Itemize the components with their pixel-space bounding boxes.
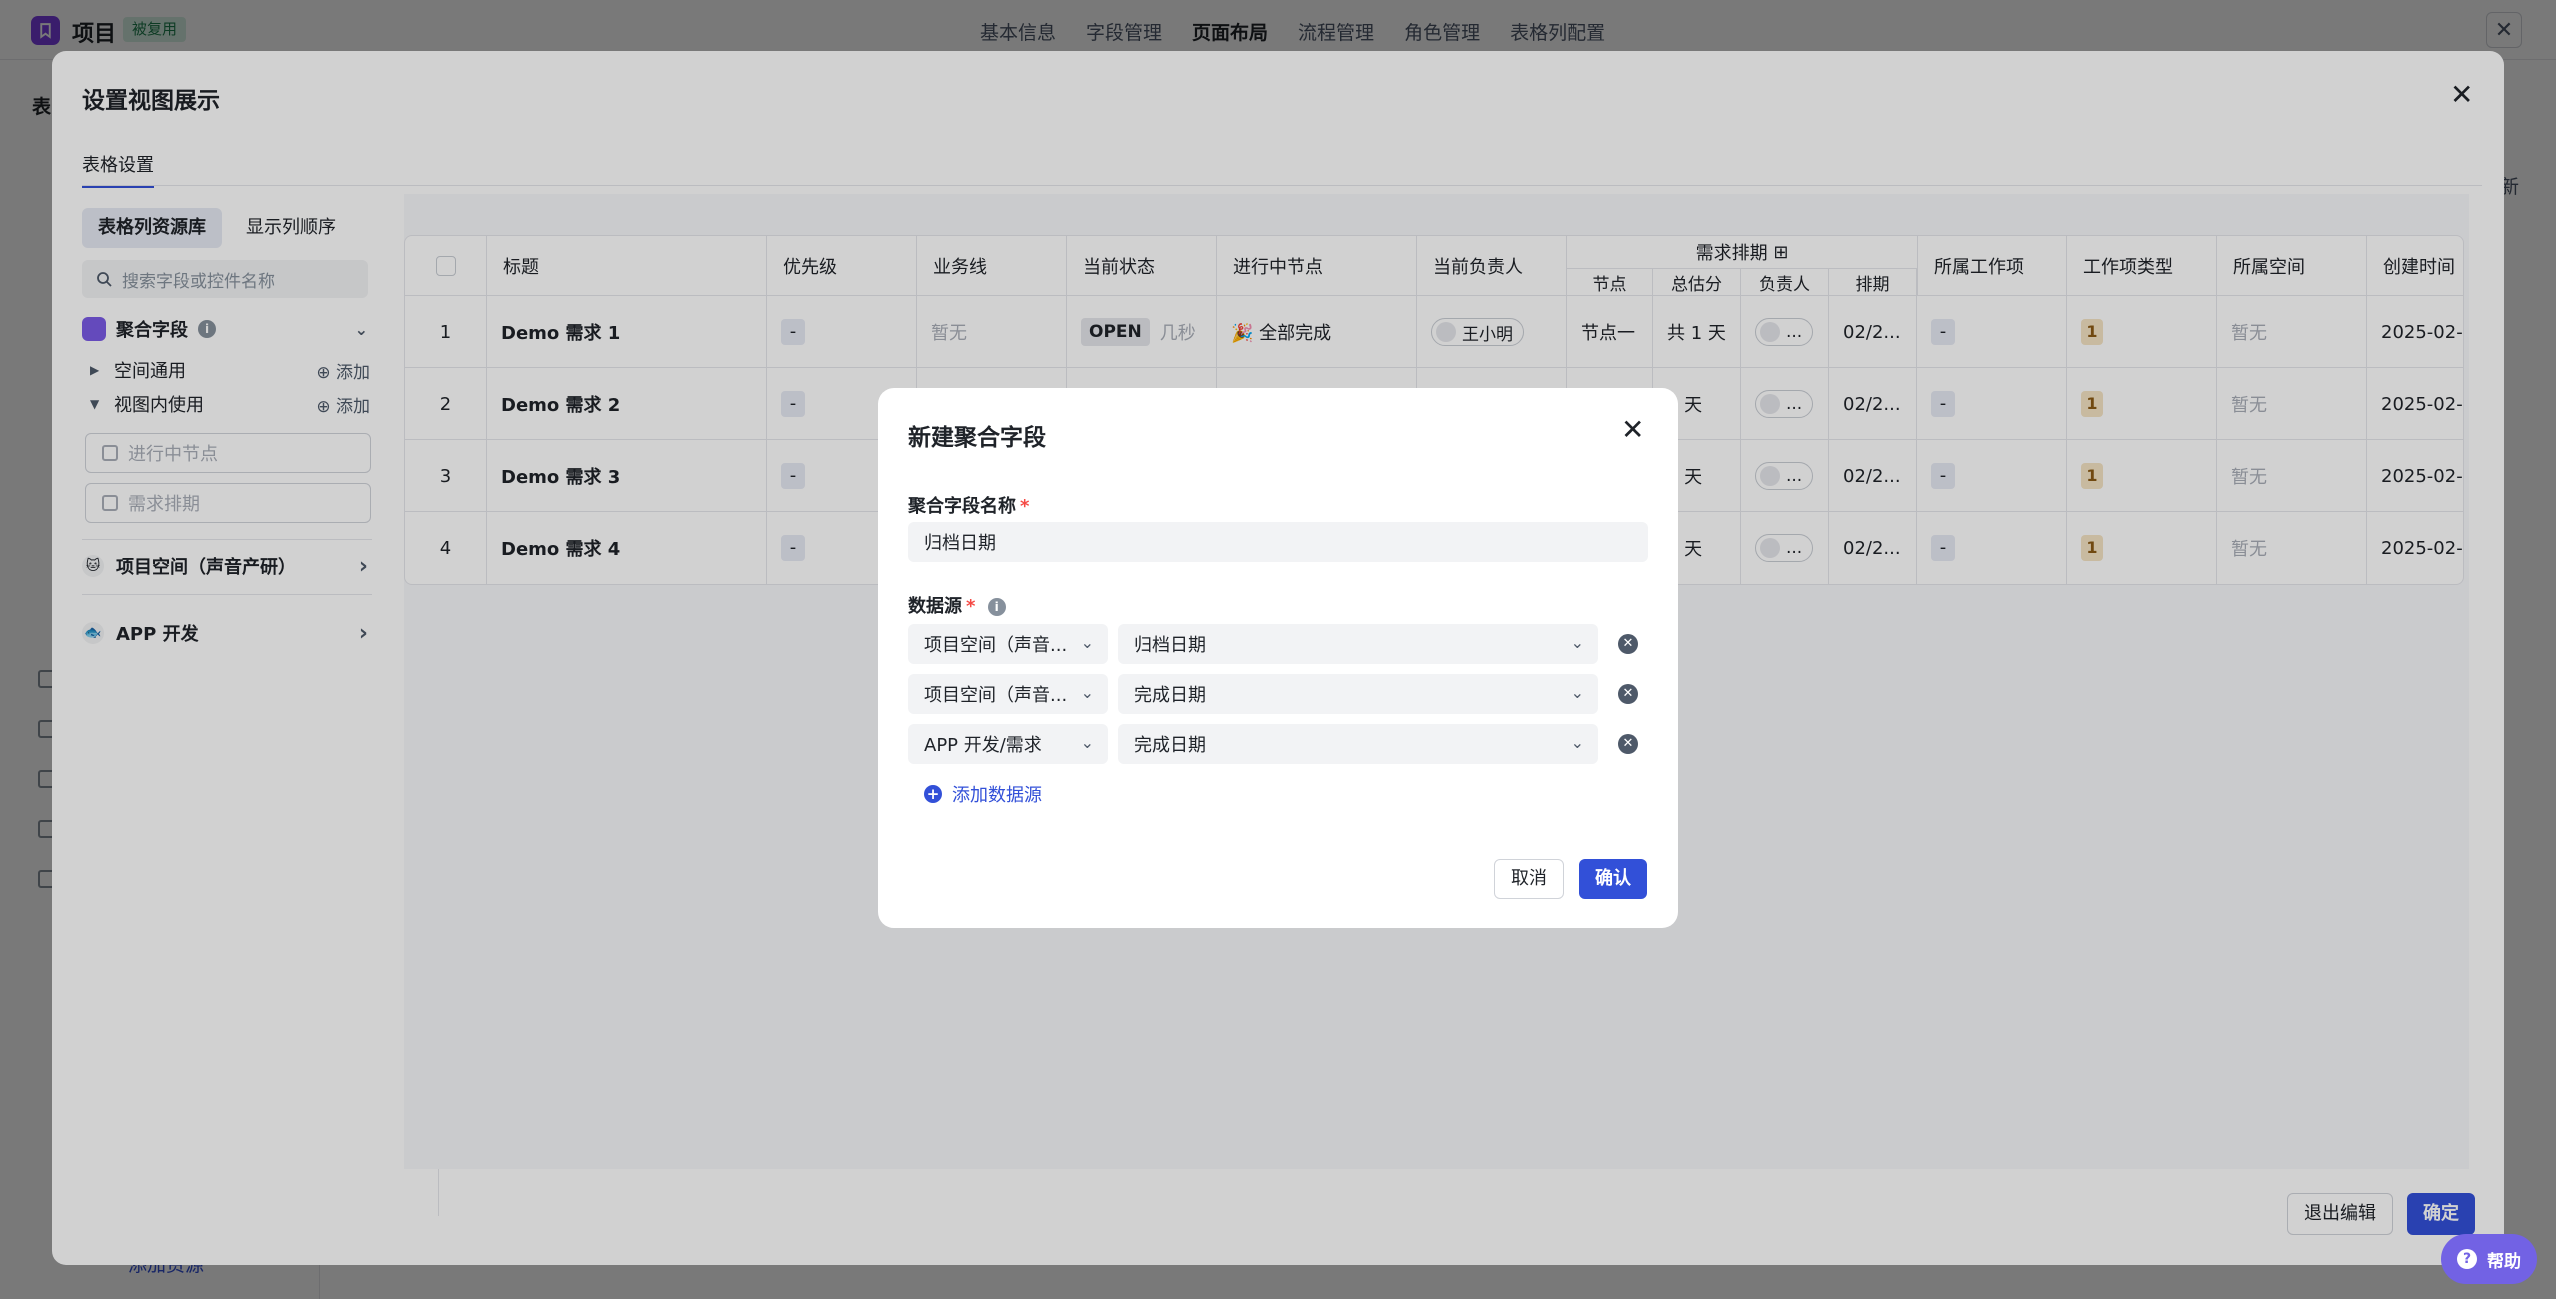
data-source-row: APP 开发/需求 ⌄ 完成日期 ⌄ ✕ — [908, 724, 1648, 766]
field-name-input[interactable] — [908, 522, 1648, 562]
chevron-down-icon: ⌄ — [1080, 633, 1094, 652]
help-button[interactable]: ? 帮助 — [2441, 1234, 2537, 1284]
source-space-select[interactable]: 项目空间（声音... ⌄ — [908, 624, 1108, 664]
info-icon[interactable]: i — [987, 598, 1006, 616]
cancel-button[interactable]: 取消 — [1494, 859, 1564, 899]
remove-source-icon[interactable]: ✕ — [1618, 734, 1638, 754]
remove-source-icon[interactable]: ✕ — [1618, 634, 1638, 654]
data-source-row: 项目空间（声音... ⌄ 完成日期 ⌄ ✕ — [908, 674, 1648, 716]
close-icon[interactable]: ✕ — [1621, 416, 1644, 444]
chevron-down-icon: ⌄ — [1080, 683, 1094, 702]
source-space-select[interactable]: APP 开发/需求 ⌄ — [908, 724, 1108, 764]
question-icon: ? — [2457, 1249, 2477, 1269]
chevron-down-icon: ⌄ — [1570, 683, 1584, 702]
data-source-row: 项目空间（声音... ⌄ 归档日期 ⌄ ✕ — [908, 624, 1648, 666]
field-name-label: 聚合字段名称 * — [908, 496, 1030, 517]
chevron-down-icon: ⌄ — [1080, 733, 1094, 752]
data-source-label: 数据源 * i — [908, 592, 1006, 618]
source-field-select[interactable]: 完成日期 ⌄ — [1118, 674, 1598, 714]
new-aggregate-field-modal: 新建聚合字段 ✕ 聚合字段名称* 数据源* i 项目空间（声音...⌄ 归档日期… — [878, 388, 1678, 928]
plus-circle-icon: + — [924, 785, 942, 803]
add-data-source-button[interactable]: + 添加数据源 — [924, 781, 1042, 807]
source-field-select[interactable]: 归档日期 ⌄ — [1118, 624, 1598, 664]
source-field-select[interactable]: 完成日期 ⌄ — [1118, 724, 1598, 764]
confirm-button[interactable]: 确认 — [1579, 859, 1647, 899]
chevron-down-icon: ⌄ — [1570, 733, 1584, 752]
modal-title: 新建聚合字段 — [908, 425, 1046, 451]
source-space-select[interactable]: 项目空间（声音... ⌄ — [908, 674, 1108, 714]
remove-source-icon[interactable]: ✕ — [1618, 684, 1638, 704]
chevron-down-icon: ⌄ — [1570, 633, 1584, 652]
